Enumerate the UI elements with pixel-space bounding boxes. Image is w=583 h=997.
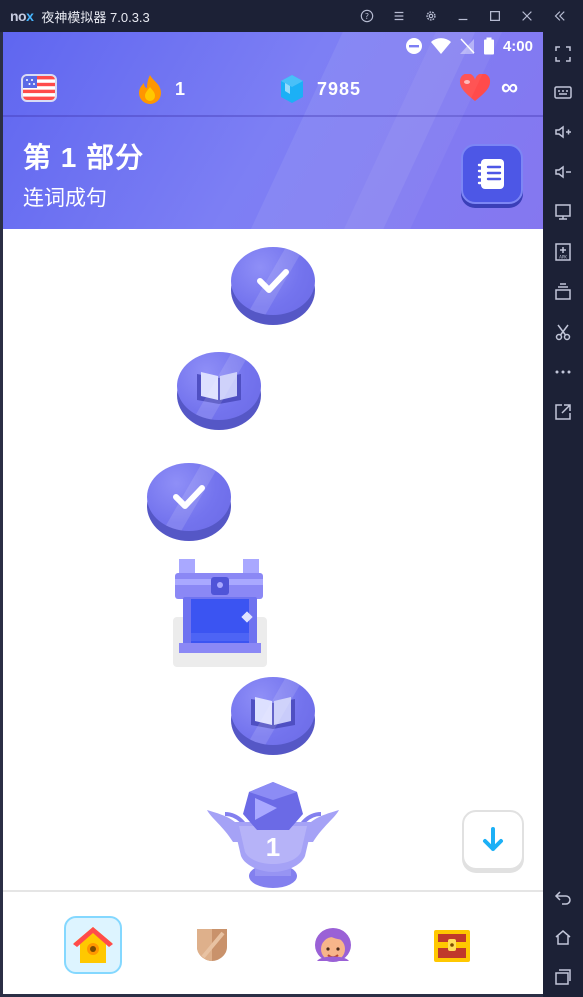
hearts-counter[interactable]: ∞ <box>459 74 518 102</box>
nav-profile[interactable] <box>304 916 362 974</box>
unit-subtitle: 连词成句 <box>23 187 107 210</box>
home-icon[interactable] <box>543 917 583 957</box>
gem-icon <box>281 75 303 103</box>
arrow-down-icon <box>483 827 503 851</box>
emulator-sidebar: APK <box>543 32 583 997</box>
nav-shop[interactable] <box>423 916 481 974</box>
svg-text:APK: APK <box>559 255 567 260</box>
chest-icon <box>173 559 267 667</box>
back-icon[interactable] <box>543 877 583 917</box>
menu-icon[interactable] <box>383 0 415 32</box>
fullscreen-icon[interactable] <box>543 34 583 74</box>
nox-logo: nox <box>10 8 34 24</box>
minimize-icon[interactable] <box>447 0 479 32</box>
story-node[interactable] <box>177 352 261 430</box>
unit-title: 第 1 部分 <box>23 142 145 173</box>
trophy-level: 1 <box>266 832 280 862</box>
external-icon[interactable] <box>543 392 583 432</box>
fire-icon <box>139 75 161 104</box>
maximize-icon[interactable] <box>479 0 511 32</box>
heart-icon <box>459 74 491 101</box>
apk-install-icon[interactable]: APK <box>543 232 583 272</box>
check-icon <box>257 269 289 293</box>
collapse-icon[interactable] <box>543 0 575 32</box>
profile-icon <box>315 928 351 962</box>
streak-count: 1 <box>175 78 186 99</box>
phone-screen: 4:00 1 7985 ∞ 第 1 部分 连词成句 1 <box>3 32 543 994</box>
shop-chest-icon <box>434 930 470 962</box>
shield-league-icon <box>197 929 227 961</box>
wifi-icon <box>430 38 451 54</box>
volume-up-icon[interactable] <box>543 112 583 152</box>
home-icon <box>73 927 113 963</box>
unit-header: 4:00 1 7985 ∞ 第 1 部分 连词成句 <box>3 32 543 229</box>
us-flag-icon[interactable] <box>21 74 57 102</box>
nav-home[interactable] <box>64 916 122 974</box>
emulator-title: 夜神模拟器 7.0.3.3 <box>41 9 150 25</box>
story-node[interactable] <box>231 677 315 755</box>
scroll-down-button[interactable] <box>462 810 524 870</box>
guidebook-button[interactable] <box>461 144 523 204</box>
volume-down-icon[interactable] <box>543 152 583 192</box>
lesson-node-completed[interactable] <box>231 247 315 325</box>
bottom-nav <box>3 890 543 994</box>
recent-apps-icon[interactable] <box>543 957 583 997</box>
notebook-icon <box>477 159 504 189</box>
status-bar: 4:00 <box>3 32 543 62</box>
gems-counter[interactable]: 7985 <box>279 74 361 104</box>
more-icon[interactable] <box>543 352 583 392</box>
screen-icon[interactable] <box>543 192 583 232</box>
book-icon <box>251 697 295 729</box>
dnd-icon <box>405 38 422 54</box>
multi-instance-icon[interactable] <box>543 272 583 312</box>
svg-text:?: ? <box>365 12 369 21</box>
lesson-node-completed[interactable] <box>147 463 231 541</box>
stats-bar: 1 7985 ∞ <box>3 70 543 110</box>
header-divider <box>3 115 543 117</box>
no-signal-icon <box>459 38 475 54</box>
trophy-node[interactable]: 1 <box>203 776 343 891</box>
help-icon[interactable]: ? <box>351 0 383 32</box>
book-icon <box>197 372 241 404</box>
chest-node[interactable] <box>173 557 269 667</box>
nav-leagues[interactable] <box>183 916 241 974</box>
streak-counter[interactable]: 1 <box>137 74 185 104</box>
trophy-icon: 1 <box>207 782 339 888</box>
keyboard-icon[interactable] <box>543 72 583 112</box>
screenshot-cut-icon[interactable] <box>543 312 583 352</box>
battery-icon <box>483 37 494 55</box>
settings-icon[interactable] <box>415 0 447 32</box>
hearts-value: ∞ <box>501 74 519 101</box>
check-icon <box>173 485 205 509</box>
emulator-titlebar: nox 夜神模拟器 7.0.3.3 ? <box>0 0 583 32</box>
gems-count: 7985 <box>317 78 362 99</box>
status-time: 4:00 <box>502 37 533 55</box>
close-icon[interactable] <box>511 0 543 32</box>
